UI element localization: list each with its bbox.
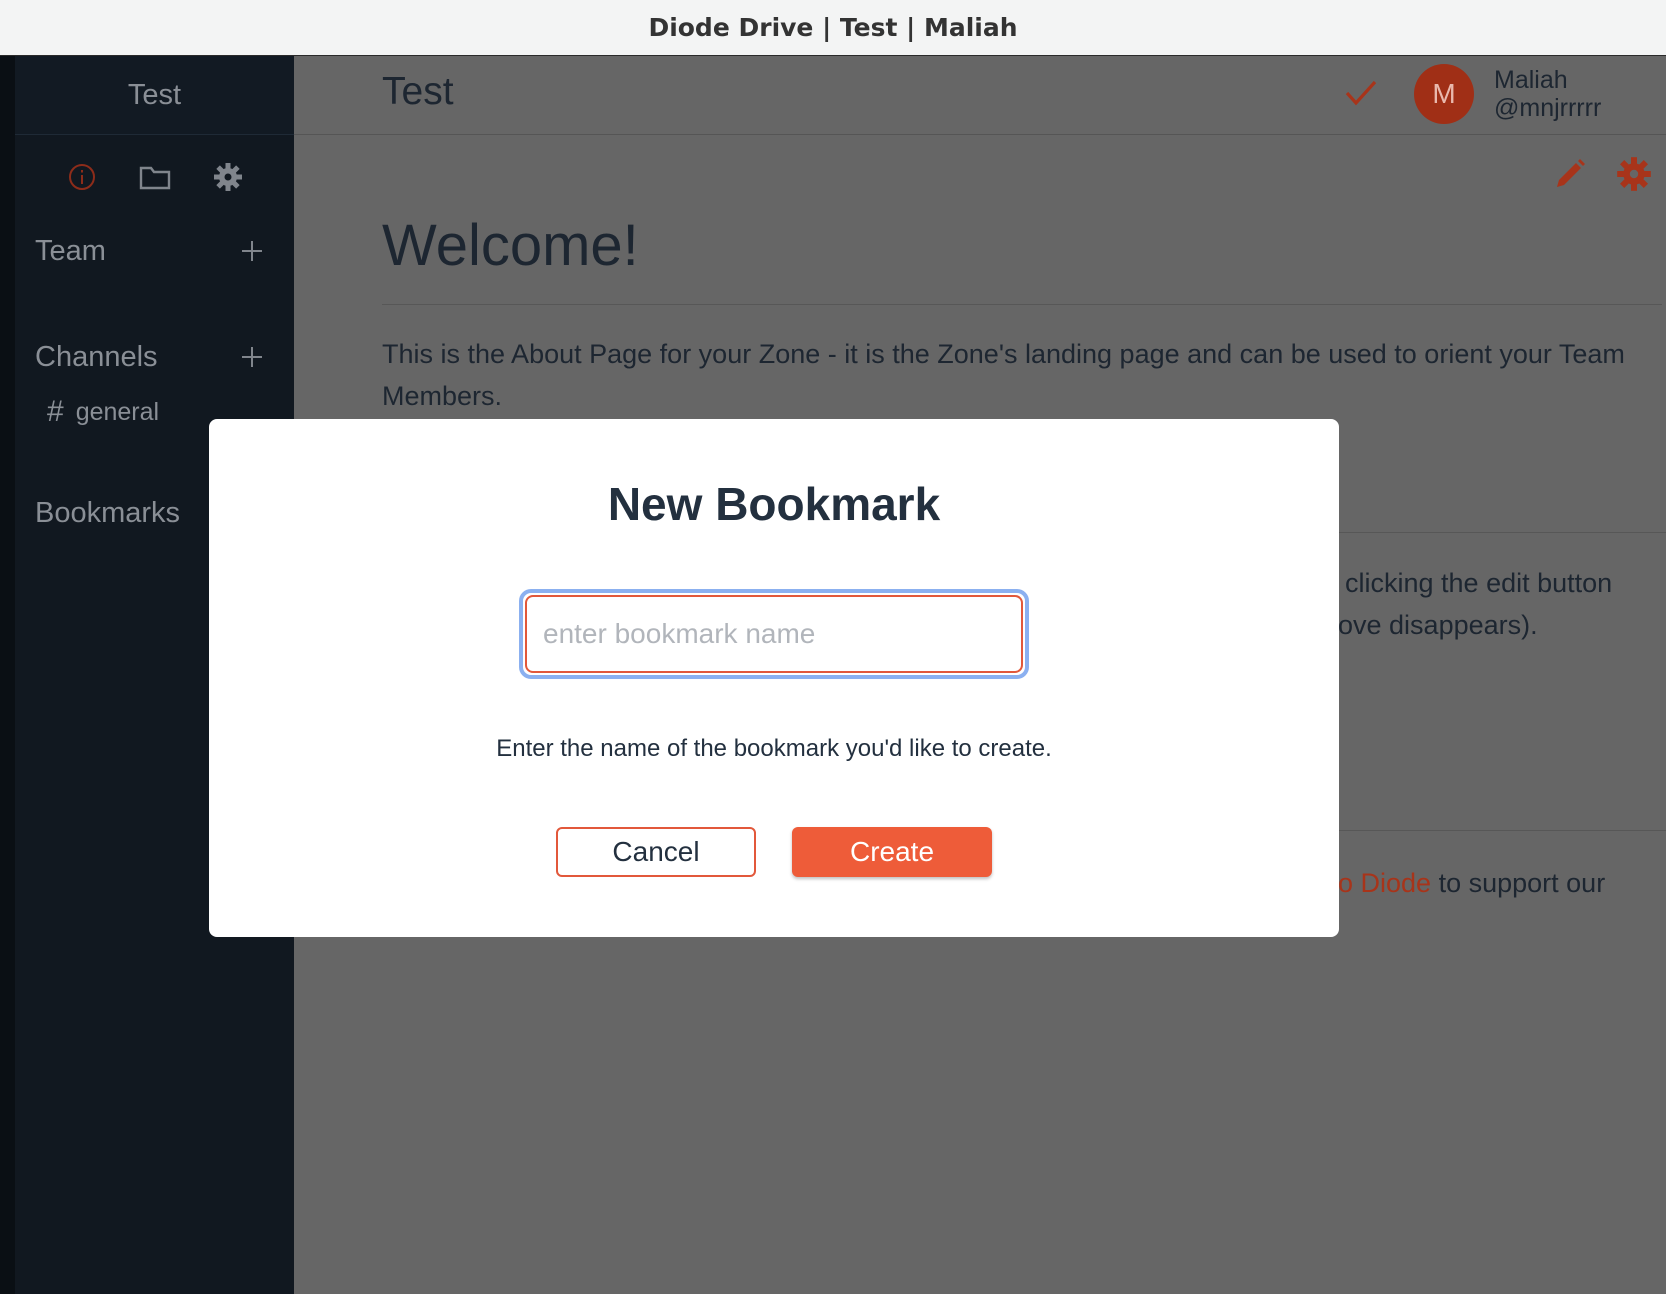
user-name: Maliah — [1494, 66, 1568, 94]
dialog-title: New Bookmark — [607, 478, 941, 530]
folder-icon[interactable] — [135, 157, 175, 197]
about-text-fragment: clicking the edit button — [1345, 568, 1613, 598]
divider — [1338, 532, 1666, 533]
hash-icon: # — [47, 395, 64, 428]
divider — [1338, 830, 1666, 831]
add-channel-icon[interactable] — [240, 345, 264, 369]
app-frame: Test Team Channels # general Bookmarks T… — [0, 56, 1666, 1294]
team-label: Team — [35, 234, 106, 267]
bookmark-name-input[interactable] — [525, 595, 1023, 673]
add-team-member-icon[interactable] — [240, 239, 264, 263]
window-title: Diode Drive | Test | Maliah — [648, 13, 1018, 42]
window-titlebar: Diode Drive | Test | Maliah — [0, 0, 1666, 56]
avatar[interactable]: M — [1414, 64, 1474, 124]
edit-icon[interactable] — [1552, 156, 1588, 197]
bookmark-name-field-wrapper — [519, 589, 1029, 679]
sidebar-icon-row — [15, 135, 294, 219]
new-bookmark-dialog: New Bookmark Enter the name of the bookm… — [209, 419, 1339, 937]
info-icon[interactable] — [62, 157, 102, 197]
zone-name: Test — [127, 78, 182, 111]
about-content: Welcome! This is the About Page for your… — [382, 206, 1662, 417]
cancel-button[interactable]: Cancel — [556, 827, 756, 877]
avatar-initial: M — [1432, 78, 1456, 109]
dialog-help-text: Enter the name of the bookmark you'd lik… — [496, 735, 1052, 762]
about-paragraph: This is the About Page for your Zone - i… — [382, 339, 1625, 411]
gear-icon[interactable] — [208, 157, 248, 197]
zone-header: Test — [15, 56, 294, 135]
about-text-rest: to support our — [1431, 868, 1606, 898]
page-title: Test — [382, 70, 454, 113]
team-section: Team — [15, 221, 294, 281]
create-button[interactable]: Create — [792, 827, 992, 877]
about-text-fragment: o Diode to support our — [1338, 868, 1605, 899]
bookmarks-label: Bookmarks — [35, 496, 181, 529]
main-header: Test M Maliah @mnjrrrrr — [294, 56, 1666, 135]
about-text-fragment: ove disappears). — [1338, 610, 1538, 640]
welcome-heading: Welcome! — [382, 213, 639, 278]
gear-icon[interactable] — [1616, 156, 1652, 197]
divider — [382, 304, 1662, 305]
user-handle: @mnjrrrrr — [1494, 94, 1602, 122]
check-icon[interactable] — [1344, 78, 1378, 113]
channel-name: general — [75, 397, 160, 426]
workspace-rail — [0, 56, 15, 1294]
channels-section: Channels — [15, 327, 294, 387]
diode-link[interactable]: o Diode — [1338, 868, 1431, 898]
channels-label: Channels — [35, 340, 158, 373]
user-info[interactable]: Maliah @mnjrrrrr — [1494, 66, 1601, 122]
